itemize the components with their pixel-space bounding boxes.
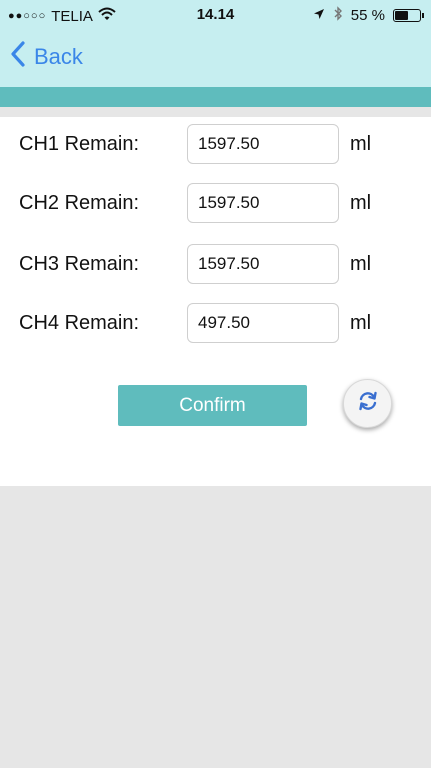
confirm-button[interactable]: Confirm (118, 385, 307, 426)
bluetooth-icon (333, 6, 343, 25)
ch1-remain-input[interactable] (187, 124, 339, 164)
ch4-remain-input[interactable] (187, 303, 339, 343)
unit-label: ml (350, 253, 372, 275)
channel-label: CH4 Remain: (19, 312, 140, 334)
unit-label: ml (350, 133, 372, 155)
channel-row-ch1: CH1 Remain: ml (0, 124, 431, 166)
channel-row-ch4: CH4 Remain: ml (0, 303, 431, 345)
header-divider (0, 107, 431, 117)
back-label: Back (34, 44, 83, 69)
unit-label: ml (350, 192, 372, 214)
channel-label: CH3 Remain: (19, 253, 140, 275)
ch2-remain-input[interactable] (187, 183, 339, 223)
channel-row-ch3: CH3 Remain: ml (0, 244, 431, 286)
location-arrow-icon (313, 7, 325, 24)
battery-icon (393, 9, 424, 22)
battery-percentage: 55 % (350, 7, 385, 24)
back-button[interactable]: Back (10, 40, 83, 74)
refresh-button[interactable] (343, 379, 392, 428)
channel-label: CH1 Remain: (19, 133, 140, 155)
remain-settings-panel: CH1 Remain: ml CH2 Remain: ml CH3 Remain… (0, 117, 431, 486)
channel-row-ch2: CH2 Remain: ml (0, 183, 431, 225)
ch3-remain-input[interactable] (187, 244, 339, 284)
refresh-icon (357, 390, 379, 417)
unit-label: ml (350, 312, 372, 334)
status-right: 55 % (313, 6, 424, 25)
header-accent-strip (0, 87, 431, 107)
chevron-left-icon (10, 40, 26, 74)
status-bar: ●●○○○ TELIA 14.14 55 % (0, 0, 431, 30)
nav-bar: Back (0, 30, 431, 87)
battery-level-fill (395, 11, 408, 20)
channel-label: CH2 Remain: (19, 192, 140, 214)
